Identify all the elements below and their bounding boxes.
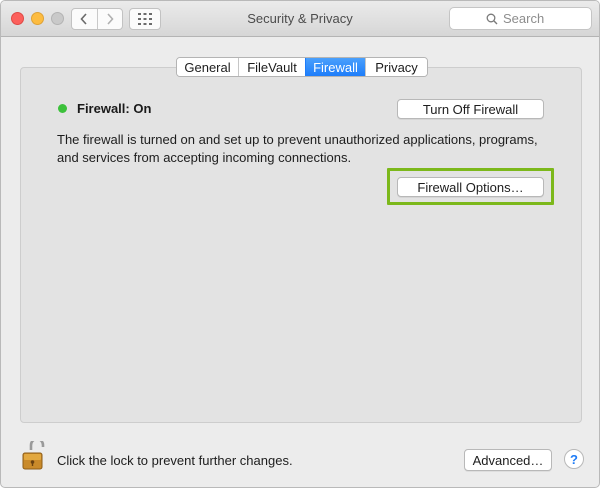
close-window-button[interactable]: [11, 12, 24, 25]
preferences-window: Security & Privacy General FileVault Fir…: [0, 0, 600, 488]
tab-filevault[interactable]: FileVault: [238, 58, 305, 76]
zoom-window-button: [51, 12, 64, 25]
firewall-status-label: Firewall: On: [77, 101, 152, 116]
firewall-description: The firewall is turned on and set up to …: [57, 132, 538, 165]
chevron-left-icon: [80, 13, 87, 25]
advanced-button[interactable]: Advanced…: [464, 449, 552, 471]
firewall-status: Firewall: On: [58, 101, 151, 116]
tab-general[interactable]: General: [177, 58, 238, 76]
unlocked-padlock-icon: [22, 437, 45, 470]
firewall-panel: [20, 67, 582, 423]
back-button[interactable]: [72, 9, 97, 29]
search-icon: [486, 13, 498, 24]
search-input[interactable]: [503, 11, 555, 26]
lock-button[interactable]: [22, 437, 46, 474]
tab-privacy[interactable]: Privacy: [365, 58, 427, 76]
help-button[interactable]: ?: [564, 449, 584, 469]
lock-message: Click the lock to prevent further change…: [57, 453, 293, 468]
search-field[interactable]: [449, 7, 592, 30]
title-bar: Security & Privacy: [1, 1, 599, 37]
status-indicator-icon: [58, 104, 67, 113]
navigation-buttons: [71, 8, 123, 30]
turn-off-firewall-button[interactable]: Turn Off Firewall: [397, 99, 544, 119]
minimize-window-button[interactable]: [31, 12, 44, 25]
show-all-button[interactable]: [129, 8, 161, 30]
firewall-options-button[interactable]: Firewall Options…: [397, 177, 544, 197]
tab-bar: General FileVault Firewall Privacy: [176, 57, 428, 77]
tab-firewall[interactable]: Firewall: [305, 58, 365, 76]
chevron-right-icon: [107, 13, 114, 25]
show-all-grid-icon: [138, 13, 152, 25]
forward-button[interactable]: [96, 9, 123, 29]
